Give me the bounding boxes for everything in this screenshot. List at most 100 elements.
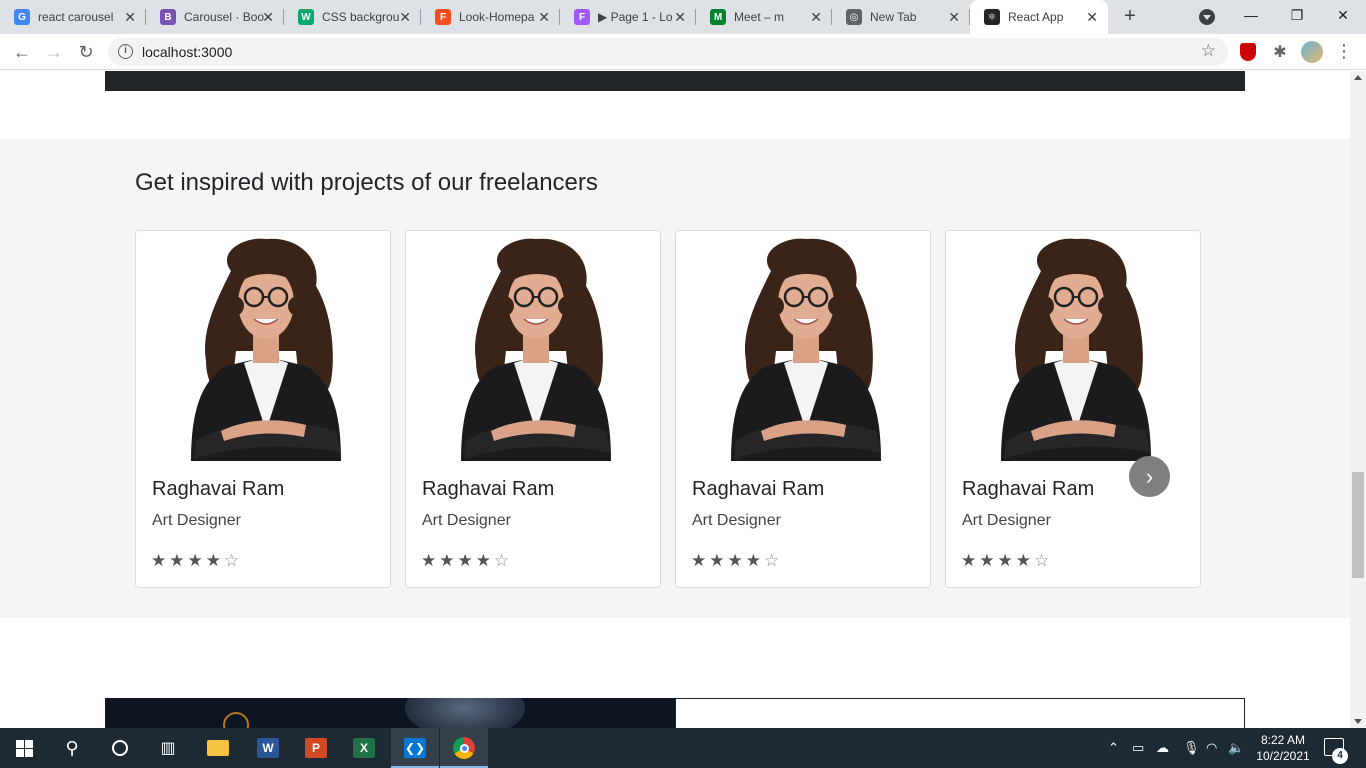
taskbar-clock[interactable]: 8:22 AM 10/2/2021 bbox=[1250, 732, 1316, 764]
tab-label: react carousel bbox=[38, 10, 114, 24]
meet-icon: M bbox=[710, 9, 726, 25]
file-explorer-icon[interactable] bbox=[194, 728, 242, 768]
tab-label: React App bbox=[1008, 10, 1064, 24]
address-url[interactable]: localhost:3000 bbox=[142, 44, 232, 60]
tab-close-icon[interactable]: ✕ bbox=[674, 9, 686, 25]
freelancer-name: Raghavai Ram bbox=[422, 478, 555, 500]
minimize-button[interactable]: — bbox=[1228, 0, 1274, 30]
freelancer-photo bbox=[406, 231, 660, 461]
freelancer-card-3[interactable]: Raghavai Ram Art Designer ★ ★ ★ ★ ☆ bbox=[675, 230, 931, 588]
browser-tab-7[interactable]: ⚛ React App ✕ bbox=[970, 0, 1108, 34]
star-empty-icon: ☆ bbox=[1034, 551, 1050, 570]
profile-avatar[interactable] bbox=[1301, 41, 1323, 63]
star-filled-icon: ★ bbox=[1015, 551, 1031, 570]
star-filled-icon: ★ bbox=[997, 551, 1013, 570]
freelancer-photo bbox=[136, 231, 390, 461]
tab-label: CSS backgrou bbox=[322, 10, 400, 24]
carousel-next-button[interactable]: › bbox=[1129, 456, 1170, 497]
rating-stars: ★ ★ ★ ★ ☆ bbox=[691, 552, 779, 570]
powerpoint-icon[interactable]: P bbox=[292, 728, 340, 768]
show-hidden-icons[interactable]: ⌃ bbox=[1108, 728, 1119, 768]
page-scrollbar[interactable] bbox=[1350, 71, 1366, 728]
word-icon[interactable]: W bbox=[244, 728, 292, 768]
browser-tab-strip: G react carousel ✕ B Carousel · Boo ✕ W … bbox=[0, 0, 1366, 34]
freelancer-role: Art Designer bbox=[962, 512, 1051, 529]
scroll-up-icon[interactable] bbox=[1354, 75, 1362, 80]
ublock-extension-icon[interactable] bbox=[1237, 41, 1259, 63]
browser-tab-5[interactable]: M Meet – m ✕ bbox=[696, 0, 832, 34]
battery-icon[interactable]: ▭ bbox=[1132, 728, 1144, 768]
star-filled-icon: ★ bbox=[745, 551, 761, 570]
image-ring bbox=[223, 712, 249, 728]
star-empty-icon: ☆ bbox=[494, 551, 510, 570]
star-filled-icon: ★ bbox=[727, 551, 743, 570]
tab-label: Look-Homepa bbox=[459, 10, 535, 24]
freelancer-name: Raghavai Ram bbox=[962, 478, 1095, 500]
freelancer-card-4[interactable]: Raghavai Ram Art Designer ★ ★ ★ ★ ☆ bbox=[945, 230, 1201, 588]
star-filled-icon: ★ bbox=[421, 551, 437, 570]
excel-icon[interactable]: X bbox=[340, 728, 388, 768]
scroll-down-icon[interactable] bbox=[1354, 719, 1362, 724]
freelancer-card-1[interactable]: Raghavai Ram Art Designer ★ ★ ★ ★ ☆ bbox=[135, 230, 391, 588]
clock-date: 10/2/2021 bbox=[1256, 749, 1310, 763]
scrollbar-thumb[interactable] bbox=[1352, 472, 1364, 578]
windows-start-icon[interactable] bbox=[0, 728, 48, 768]
tab-close-icon[interactable]: ✕ bbox=[1086, 9, 1098, 25]
wifi-icon[interactable]: ◠ bbox=[1206, 728, 1217, 768]
star-empty-icon: ☆ bbox=[764, 551, 780, 570]
chrome-icon: ◎ bbox=[846, 9, 862, 25]
extensions-puzzle-icon[interactable]: ✱ bbox=[1269, 41, 1291, 63]
freelancer-card-2[interactable]: Raghavai Ram Art Designer ★ ★ ★ ★ ☆ bbox=[405, 230, 661, 588]
tab-close-icon[interactable]: ✕ bbox=[810, 9, 822, 25]
star-filled-icon: ★ bbox=[205, 551, 221, 570]
cortana-icon[interactable] bbox=[96, 728, 144, 768]
section-title: Get inspired with projects of our freela… bbox=[135, 169, 598, 196]
search-icon[interactable]: ⚲ bbox=[48, 728, 96, 768]
reload-icon[interactable]: ↻ bbox=[74, 40, 98, 64]
bottom-content-panel bbox=[675, 698, 1245, 728]
image-glow bbox=[405, 698, 525, 728]
tab-label: New Tab bbox=[870, 10, 917, 24]
restore-button[interactable]: ❐ bbox=[1274, 0, 1320, 30]
tab-close-icon[interactable]: ✕ bbox=[538, 9, 550, 25]
browser-tab-2[interactable]: W CSS backgrou ✕ bbox=[284, 0, 421, 34]
freelancer-role: Art Designer bbox=[692, 512, 781, 529]
onedrive-icon[interactable]: ☁ bbox=[1156, 728, 1169, 768]
browser-tab-4[interactable]: F ▶ Page 1 - Lo ✕ bbox=[560, 0, 696, 34]
google-icon: G bbox=[14, 9, 30, 25]
browser-tab-3[interactable]: F Look-Homepa ✕ bbox=[421, 0, 560, 34]
star-filled-icon: ★ bbox=[151, 551, 167, 570]
browser-tab-1[interactable]: B Carousel · Boo ✕ bbox=[146, 0, 284, 34]
freelancer-photo bbox=[946, 231, 1200, 461]
tab-close-icon[interactable]: ✕ bbox=[124, 9, 136, 25]
close-window-button[interactable]: ✕ bbox=[1320, 0, 1366, 30]
volume-icon[interactable]: 🔈 bbox=[1228, 728, 1244, 768]
task-view-icon[interactable]: ▥ bbox=[144, 728, 192, 768]
browser-menu-icon[interactable]: ⋮ bbox=[1334, 41, 1354, 63]
address-bar[interactable]: i localhost:3000 ☆ bbox=[108, 38, 1228, 66]
chevron-right-icon: › bbox=[1145, 463, 1154, 489]
clock-time: 8:22 AM bbox=[1260, 733, 1306, 747]
browser-tab-6[interactable]: ◎ New Tab ✕ bbox=[832, 0, 970, 34]
tab-close-icon[interactable]: ✕ bbox=[399, 9, 411, 25]
tab-search-icon[interactable] bbox=[1199, 9, 1215, 25]
bookmark-star-icon[interactable]: ☆ bbox=[1201, 41, 1216, 61]
new-tab-button[interactable]: + bbox=[1118, 5, 1142, 29]
microphone-icon[interactable]: 🎙 bbox=[1183, 728, 1200, 768]
freelancer-role: Art Designer bbox=[152, 512, 241, 529]
freelancer-name: Raghavai Ram bbox=[152, 478, 285, 500]
notification-count-badge: 4 bbox=[1332, 748, 1348, 764]
back-arrow-icon[interactable]: ← bbox=[10, 40, 34, 64]
tab-close-icon[interactable]: ✕ bbox=[948, 9, 960, 25]
chrome-taskbar-icon[interactable] bbox=[440, 728, 488, 768]
tab-close-icon[interactable]: ✕ bbox=[262, 9, 274, 25]
windows-taskbar: ⚲ ▥ W P X ❮❯ ⌃ ▭ ☁ 🎙 ◠ 🔈 8:22 AM 10/2/20… bbox=[0, 728, 1366, 768]
vscode-icon[interactable]: ❮❯ bbox=[391, 728, 439, 768]
browser-tab-0[interactable]: G react carousel ✕ bbox=[0, 0, 146, 34]
site-info-icon[interactable]: i bbox=[118, 44, 133, 59]
page-viewport: Get inspired with projects of our freela… bbox=[0, 71, 1350, 728]
tab-label: Carousel · Boo bbox=[184, 10, 265, 24]
forward-arrow-icon[interactable]: → bbox=[42, 40, 66, 64]
tab-label: Meet – m bbox=[734, 10, 785, 24]
star-filled-icon: ★ bbox=[169, 551, 185, 570]
